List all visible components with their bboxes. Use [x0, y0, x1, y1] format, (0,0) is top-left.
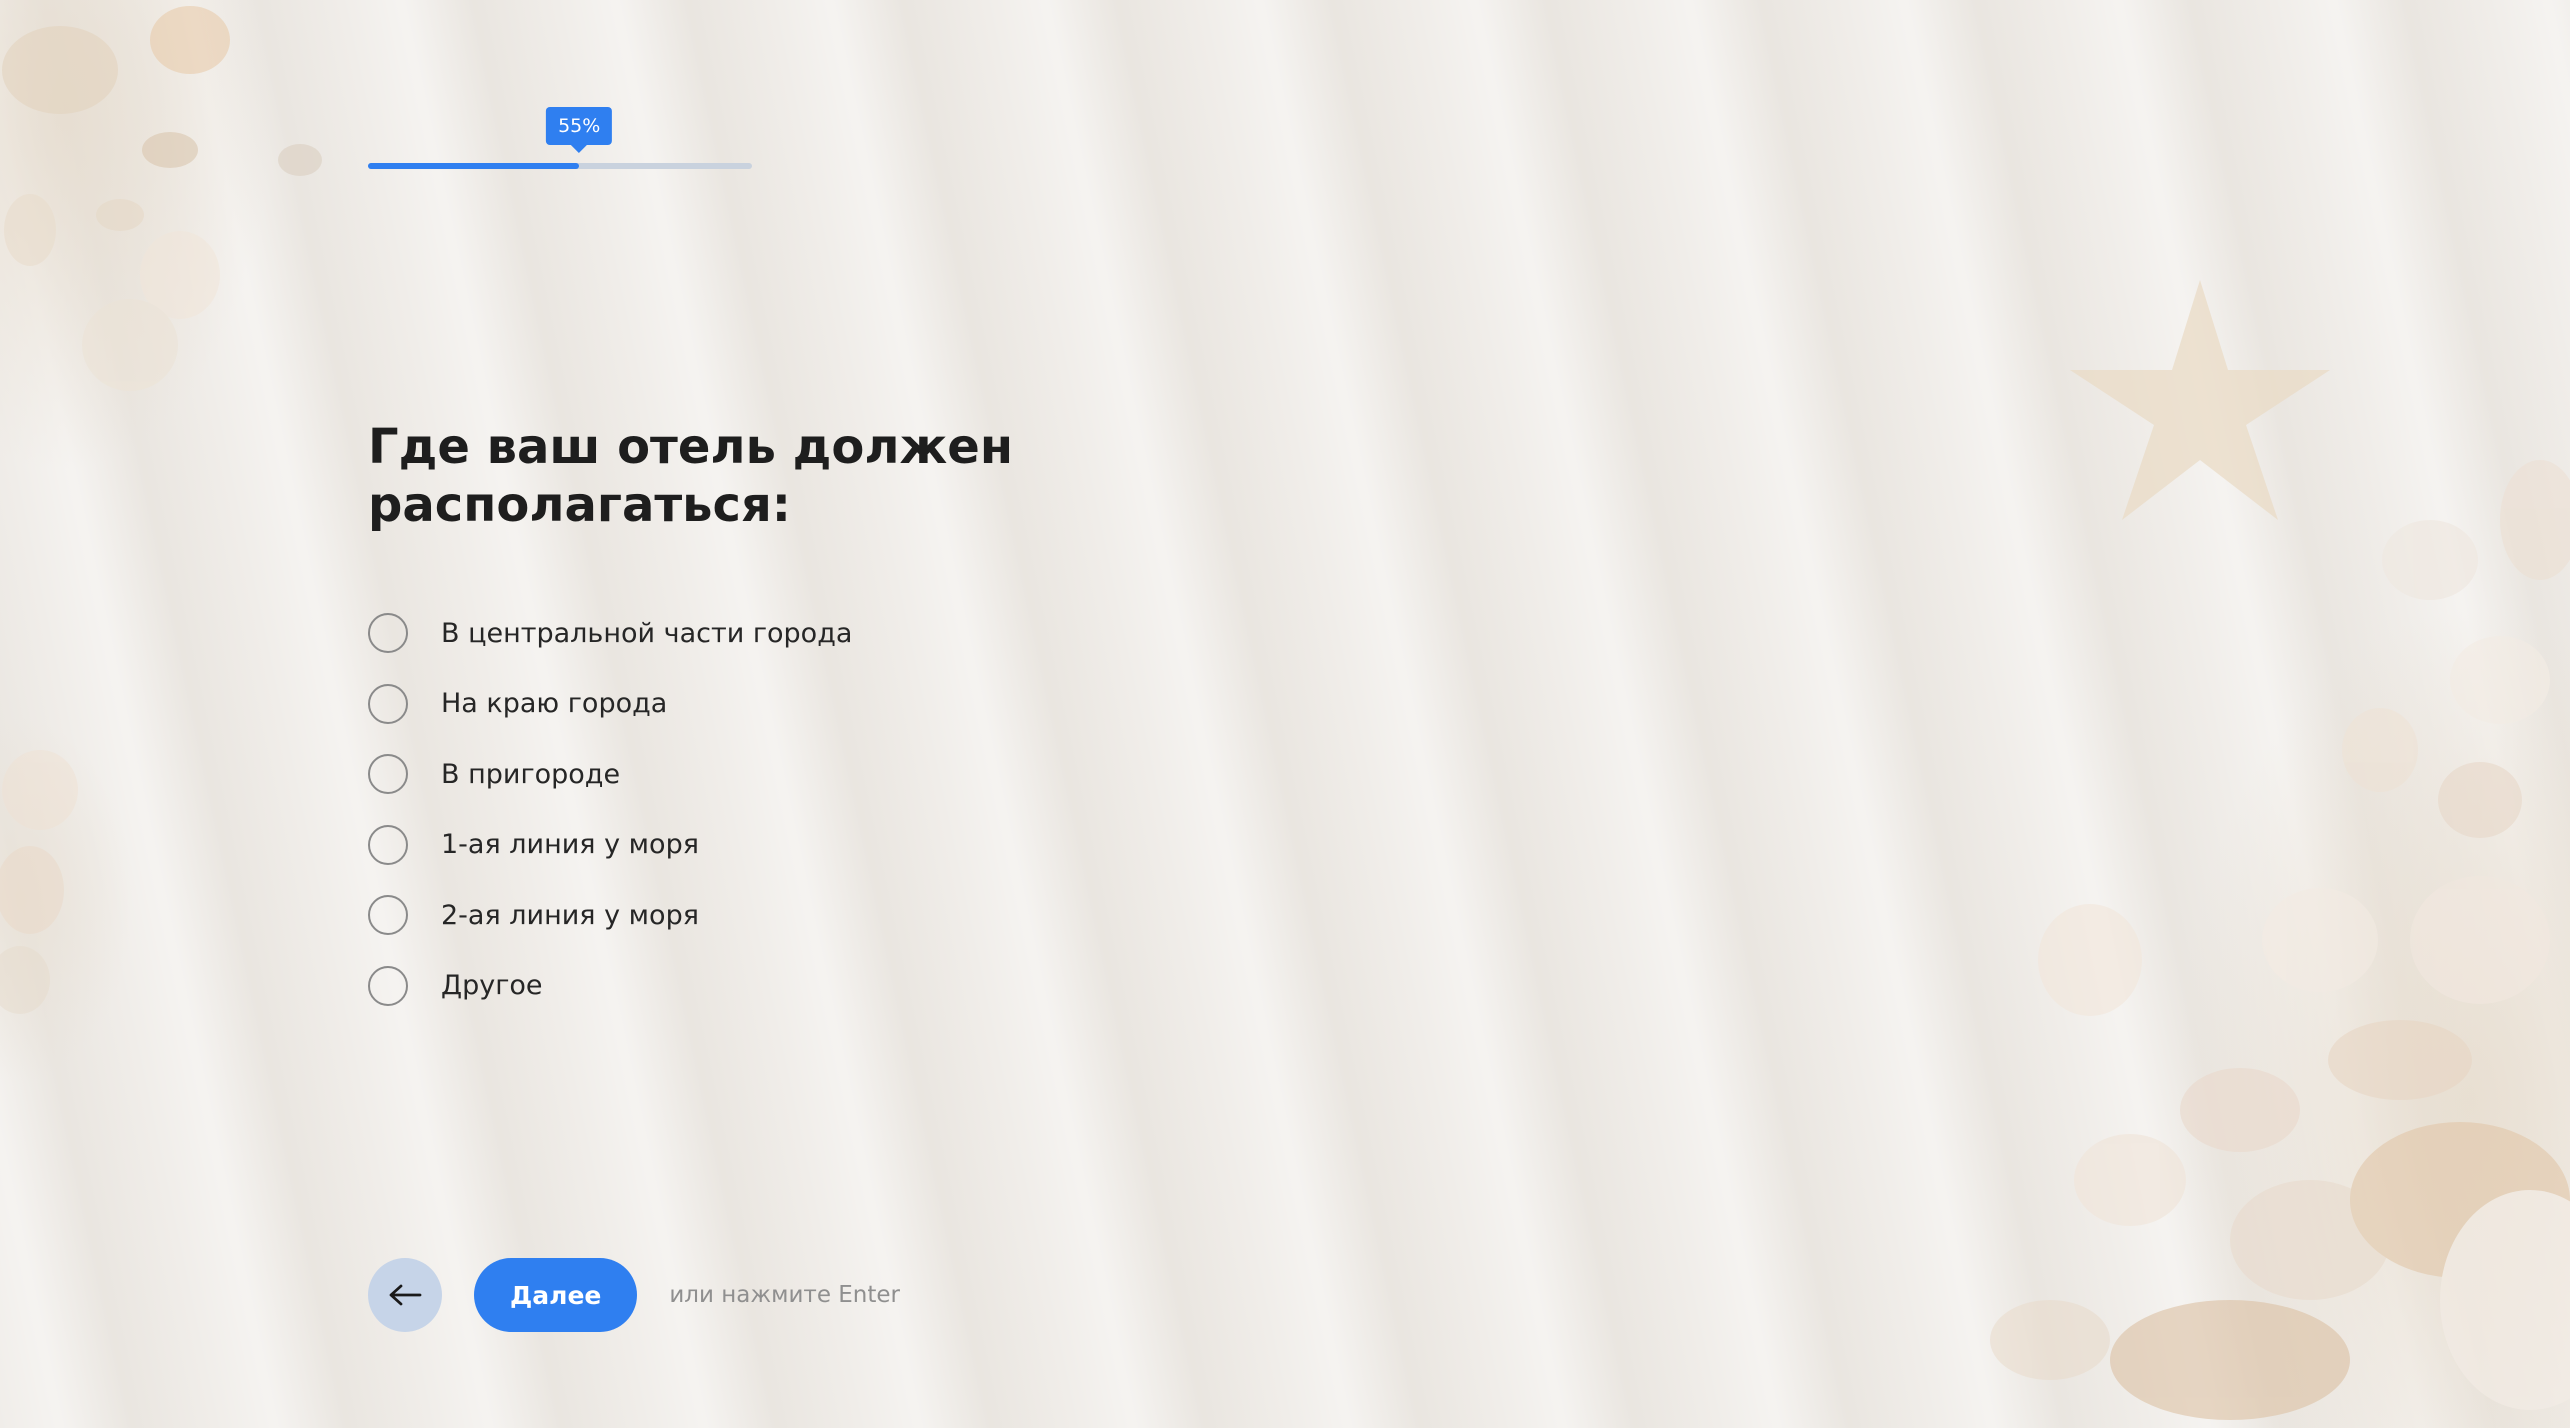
quiz-screen: 55% Где ваш отель должен располагаться: … — [0, 0, 2570, 1428]
question-title: Где ваш отель должен располагаться: — [368, 419, 1014, 533]
option-city-center[interactable]: В центральной части города — [368, 611, 852, 655]
navigation-bar: Далее или нажмите Enter — [368, 1258, 900, 1332]
arrow-left-icon — [389, 1284, 422, 1306]
answer-options: В центральной части города На краю город… — [368, 611, 852, 1034]
radio-button[interactable] — [368, 613, 408, 653]
option-other[interactable]: Другое — [368, 964, 852, 1008]
option-label: В центральной части города — [441, 617, 853, 649]
seashells-right-decoration — [1990, 460, 2570, 1420]
option-first-line-sea[interactable]: 1-ая линия у моря — [368, 823, 852, 867]
option-label: На краю города — [441, 688, 668, 719]
option-label: 1-ая линия у моря — [441, 829, 699, 860]
radio-button[interactable] — [368, 895, 408, 935]
option-label: В пригороде — [441, 758, 621, 790]
option-suburb[interactable]: В пригороде — [368, 752, 852, 796]
radio-button[interactable] — [368, 824, 408, 865]
radio-button[interactable] — [368, 965, 408, 1006]
progress-bar: 55% — [368, 107, 752, 169]
seashells-top-left-decoration — [2, 6, 322, 391]
back-button[interactable] — [368, 1258, 442, 1332]
option-label: 2-ая линия у моря — [441, 899, 699, 931]
next-button[interactable]: Далее — [474, 1258, 638, 1332]
seashells-left-decoration — [0, 750, 78, 1014]
progress-percent-badge: 55% — [546, 107, 613, 145]
option-second-line-sea[interactable]: 2-ая линия у моря — [368, 893, 852, 937]
enter-hint: или нажмите Enter — [669, 1282, 901, 1308]
radio-button[interactable] — [368, 754, 408, 794]
option-city-edge[interactable]: На краю города — [368, 682, 852, 726]
option-label: Другое — [441, 970, 543, 1001]
radio-button[interactable] — [368, 683, 408, 724]
progress-fill — [368, 163, 580, 169]
